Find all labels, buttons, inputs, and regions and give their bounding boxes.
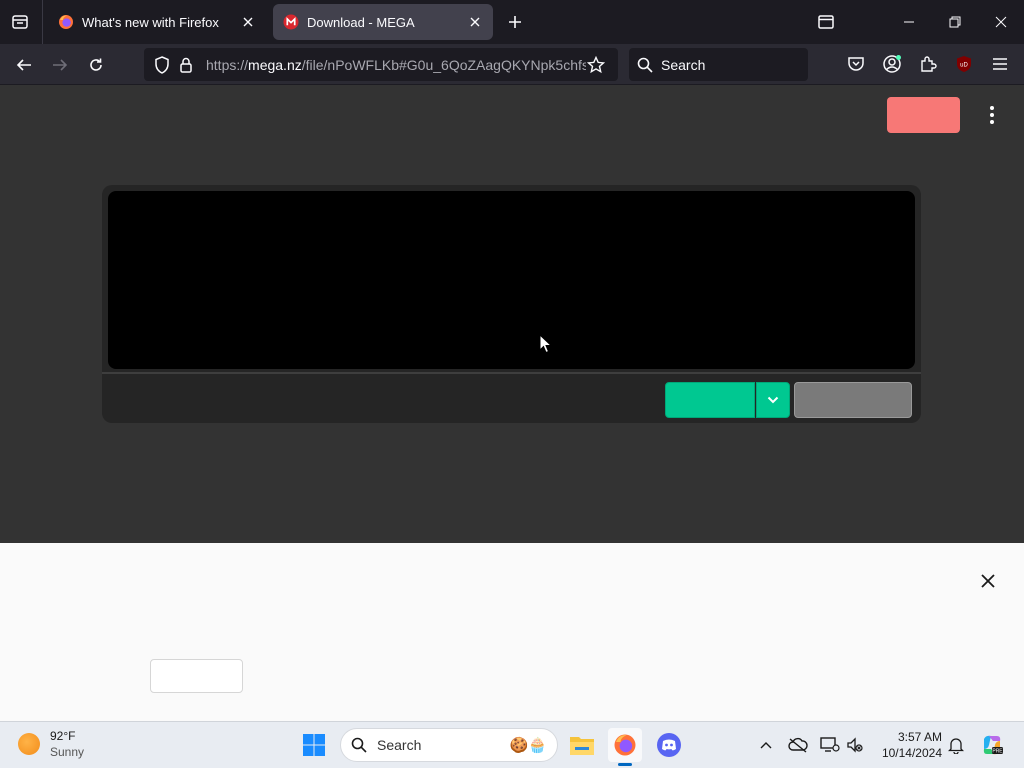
close-icon[interactable] [240,14,256,30]
folder-icon [570,737,594,755]
tab-list-icon [818,15,834,29]
card-divider [102,372,921,374]
minimize-button[interactable] [886,0,932,44]
account-icon [883,55,901,73]
discord-icon [657,733,681,757]
banner-action-button[interactable] [150,659,243,693]
show-hidden-icons-button[interactable] [754,730,778,760]
back-button[interactable] [11,52,37,78]
windows-taskbar: 92°F Sunny Search 🍪🧁 3:57 AM 10/14/2024 … [0,721,1024,768]
tab-whats-new[interactable]: What's new with Firefox [48,4,266,40]
search-bar[interactable]: Search [629,48,808,81]
weather-widget[interactable]: 92°F Sunny [18,728,84,760]
chevron-down-icon [767,396,779,404]
forward-arrow-icon [53,59,68,71]
tab-separator [42,0,43,44]
clock-time: 3:57 AM [897,730,942,744]
pocket-icon [848,57,864,71]
url-path: /file/nPoWFLKb#G0u_6QoZAagQKYNpk5chfsA [301,56,586,73]
url-domain: mega.nz [248,56,302,73]
close-icon[interactable] [467,14,483,30]
close-window-button[interactable] [978,0,1024,44]
ublock-origin-button[interactable]: uD [952,52,976,76]
forward-button[interactable] [47,52,73,78]
onedrive-tray-icon[interactable] [786,730,810,760]
file-preview-card [102,185,921,423]
volume-tray-icon[interactable] [843,730,867,760]
banner-close-button[interactable] [976,569,1000,593]
svg-text:PRE: PRE [992,749,1003,755]
weather-condition: Sunny [50,745,85,759]
shield-icon[interactable] [152,55,172,75]
network-tray-icon[interactable] [818,730,842,760]
restore-button[interactable] [932,0,978,44]
reload-button[interactable] [83,52,109,78]
search-highlight-icon: 🍪🧁 [509,737,547,754]
new-tab-button[interactable] [504,11,526,33]
search-placeholder: Search [661,56,706,73]
download-button[interactable] [665,382,755,418]
hamburger-menu-icon [993,58,1007,70]
more-options-icon[interactable] [982,103,1002,127]
speaker-muted-icon [847,737,863,753]
cloud-offline-icon [788,737,808,753]
bookmark-star-icon[interactable] [586,55,606,75]
search-icon [351,737,367,753]
account-button[interactable] [880,52,904,76]
puzzle-icon [921,56,937,72]
tab-mega-download[interactable]: Download - MEGA [273,4,493,40]
firefox-taskbar-button[interactable] [608,728,642,766]
minimize-icon [904,21,914,23]
url-prefix: https:// [206,56,249,73]
bell-icon [948,738,964,754]
notifications-button[interactable] [944,730,968,760]
search-icon [637,57,653,73]
clock-date: 10/14/2024 [881,746,942,760]
firefox-icon [614,734,636,756]
monitor-network-icon [820,737,840,752]
lock-icon[interactable] [176,55,196,75]
mouse-cursor-icon [539,334,553,354]
download-options-dropdown[interactable] [756,382,790,418]
back-arrow-icon [16,59,31,71]
copilot-icon: PRE [983,735,1003,755]
taskbar-search[interactable]: Search 🍪🧁 [340,728,558,762]
secondary-action-button[interactable] [794,382,912,418]
taskbar-search-placeholder: Search [377,737,422,753]
firefox-icon [59,15,73,29]
sun-icon [18,733,40,755]
list-all-tabs-button[interactable] [803,0,849,44]
address-bar[interactable]: https://mega.nz/file/nPoWFLKb#G0u_6QoZAa… [144,48,618,81]
start-button[interactable] [300,728,328,762]
firefox-view-icon[interactable] [8,10,32,34]
system-clock[interactable]: 3:57 AM 10/14/2024 [876,729,942,761]
tab-title: What's new with Firefox [82,14,219,30]
mega-icon [283,14,299,30]
bottom-banner [0,543,1024,721]
account-action-button[interactable] [887,97,960,133]
chevron-up-icon [760,742,772,749]
plus-icon [509,16,521,28]
navigation-toolbar: https://mega.nz/file/nPoWFLKb#G0u_6QoZAa… [0,44,1024,85]
url-text: https://mega.nz/file/nPoWFLKb#G0u_6QoZAa… [206,57,586,73]
reload-icon [90,58,102,71]
svg-text:uD: uD [960,63,968,69]
media-preview[interactable] [108,191,915,369]
copilot-button[interactable]: PRE [978,730,1006,760]
pocket-button[interactable] [844,52,868,76]
ublock-icon: uD [957,56,971,72]
file-explorer-button[interactable] [565,728,599,762]
weather-temperature: 92°F [50,729,76,743]
restore-icon [949,16,961,28]
page-content [0,85,1024,543]
discord-taskbar-button[interactable] [652,728,686,762]
tab-strip: What's new with Firefox Download - MEGA [0,0,1024,44]
extensions-button[interactable] [916,52,940,76]
close-icon [995,16,1007,28]
tab-title: Download - MEGA [307,14,415,30]
app-menu-button[interactable] [988,52,1012,76]
close-icon [981,574,995,588]
windows-logo-icon [303,734,325,756]
